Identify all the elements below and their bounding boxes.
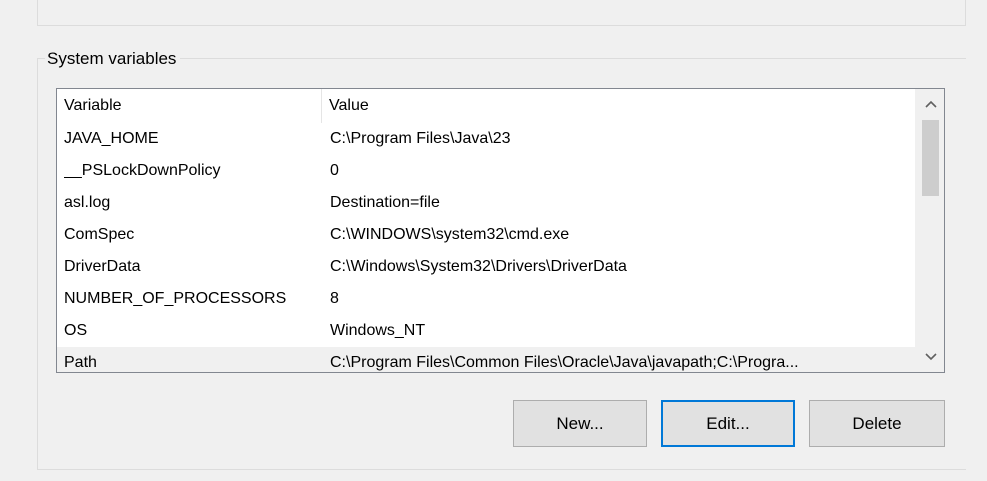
variable-name-cell: __PSLockDownPolicy	[64, 162, 221, 179]
variable-name-cell: Path	[64, 354, 97, 371]
column-header-variable[interactable]: Variable	[57, 89, 322, 123]
variable-name-cell: asl.log	[64, 194, 111, 211]
table-row[interactable]: JAVA_HOME C:\Program Files\Java\23	[57, 123, 915, 155]
system-variables-list-content: Variable Value JAVA_HOME C:\Program File…	[57, 89, 915, 372]
variable-value-cell: C:\Program Files\Java\23	[330, 130, 511, 147]
variable-value-cell: 8	[330, 290, 339, 307]
vertical-scrollbar[interactable]	[915, 89, 944, 372]
variable-value-cell: C:\Program Files\Common Files\Oracle\Jav…	[330, 354, 799, 371]
column-header-value[interactable]: Value	[322, 89, 915, 123]
scroll-down-button[interactable]	[916, 342, 944, 372]
delete-button[interactable]: Delete	[809, 400, 945, 447]
variable-name-cell: ComSpec	[64, 226, 135, 243]
system-variables-list[interactable]: Variable Value JAVA_HOME C:\Program File…	[56, 88, 945, 373]
chevron-up-icon	[924, 100, 937, 108]
scrollbar-thumb[interactable]	[922, 120, 939, 196]
table-row-selected[interactable]: Path C:\Program Files\Common Files\Oracl…	[57, 347, 915, 372]
new-button[interactable]: New...	[513, 400, 647, 447]
system-variables-title: System variables	[45, 48, 181, 70]
chevron-down-icon	[924, 353, 937, 361]
table-row[interactable]: __PSLockDownPolicy 0	[57, 155, 915, 187]
variable-value-cell: Windows_NT	[330, 322, 426, 339]
table-row[interactable]: DriverData C:\Windows\System32\Drivers\D…	[57, 251, 915, 283]
table-row[interactable]: asl.log Destination=file	[57, 187, 915, 219]
user-variables-groupbox-edge	[37, 0, 966, 26]
variable-name-cell: NUMBER_OF_PROCESSORS	[64, 290, 287, 307]
variable-value-cell: C:\WINDOWS\system32\cmd.exe	[330, 226, 570, 243]
variable-name-cell: DriverData	[64, 258, 141, 275]
variable-value-cell: 0	[330, 162, 339, 179]
table-row[interactable]: OS Windows_NT	[57, 315, 915, 347]
edit-button[interactable]: Edit...	[661, 400, 795, 447]
variable-name-cell: OS	[64, 322, 88, 339]
variable-value-cell: Destination=file	[330, 194, 440, 211]
table-row[interactable]: NUMBER_OF_PROCESSORS 8	[57, 283, 915, 315]
variable-value-cell: C:\Windows\System32\Drivers\DriverData	[330, 258, 627, 275]
scroll-up-button[interactable]	[916, 89, 944, 119]
list-header: Variable Value	[57, 89, 915, 123]
variable-name-cell: JAVA_HOME	[64, 130, 159, 147]
table-row[interactable]: ComSpec C:\WINDOWS\system32\cmd.exe	[57, 219, 915, 251]
variable-rows: JAVA_HOME C:\Program Files\Java\23 __PSL…	[57, 123, 915, 372]
